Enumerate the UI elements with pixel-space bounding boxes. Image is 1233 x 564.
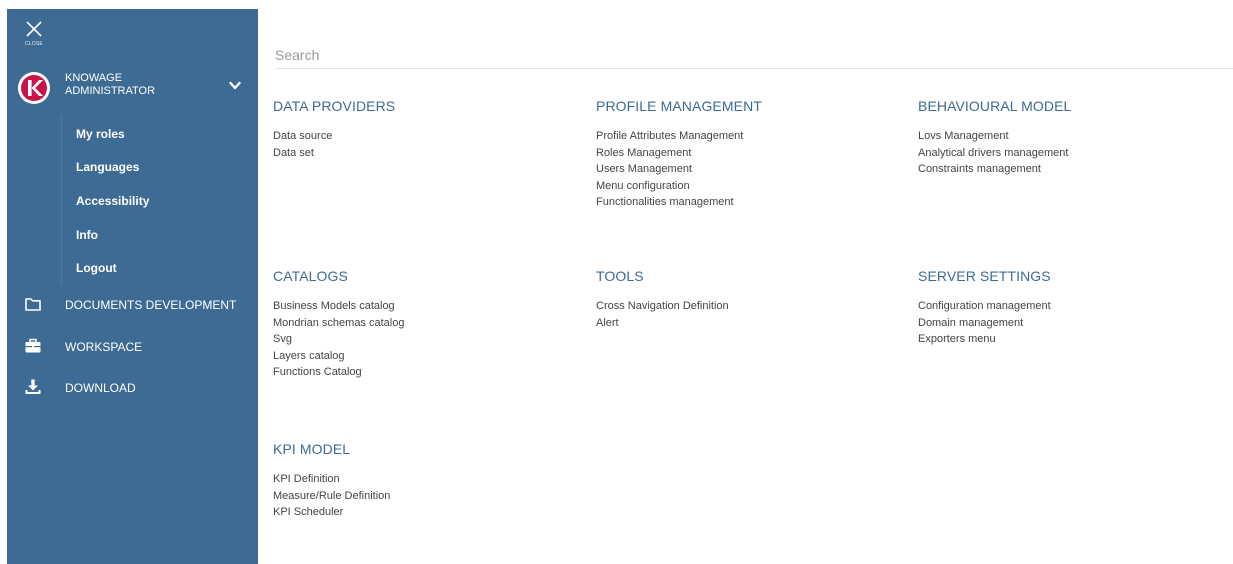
nav-label-workspace: WORKSPACE <box>65 340 143 354</box>
user-submenu: My roles Languages Accessibility Info Lo… <box>61 115 258 285</box>
menu-link-kpi-scheduler[interactable]: KPI Scheduler <box>273 504 573 521</box>
menu-link-profile-attributes-management[interactable]: Profile Attributes Management <box>596 128 896 145</box>
nav-item-documents-development[interactable]: DOCUMENTS DEVELOPMENT <box>7 293 258 317</box>
section-title: DATA PROVIDERS <box>273 98 396 114</box>
user-name-line1: KNOWAGE <box>65 72 123 84</box>
download-icon <box>25 379 41 394</box>
section-title: SERVER SETTINGS <box>918 268 1051 284</box>
section-title: PROFILE MANAGEMENT <box>596 98 762 114</box>
section-server-settings: SERVER SETTINGS Configuration management… <box>918 268 1218 348</box>
section-title: TOOLS <box>596 268 644 284</box>
folder-icon <box>25 298 41 311</box>
submenu-item-info[interactable]: Info <box>76 228 98 242</box>
menu-link-lovs-management[interactable]: Lovs Management <box>918 128 1218 145</box>
menu-link-mondrian-schemas-catalog[interactable]: Mondrian schemas catalog <box>273 315 573 332</box>
nav-item-download[interactable]: DOWNLOAD <box>7 376 258 400</box>
close-button[interactable]: CLOSE <box>21 19 47 55</box>
menu-link-measure-rule-definition[interactable]: Measure/Rule Definition <box>273 488 573 505</box>
chevron-down-icon <box>229 81 241 90</box>
user-name: KNOWAGE ADMINISTRATOR <box>65 72 205 98</box>
menu-link-business-models-catalog[interactable]: Business Models catalog <box>273 298 573 315</box>
menu-link-kpi-definition[interactable]: KPI Definition <box>273 471 573 488</box>
submenu-item-accessibility[interactable]: Accessibility <box>76 194 149 208</box>
submenu-item-languages[interactable]: Languages <box>76 160 139 174</box>
section-title: CATALOGS <box>273 268 348 284</box>
menu-link-data-set[interactable]: Data set <box>273 145 573 162</box>
menu-link-analytical-drivers-management[interactable]: Analytical drivers management <box>918 145 1218 162</box>
menu-link-layers-catalog[interactable]: Layers catalog <box>273 348 573 365</box>
menu-link-users-management[interactable]: Users Management <box>596 161 896 178</box>
section-behavioural-model: BEHAVIOURAL MODEL Lovs Management Analyt… <box>918 98 1218 178</box>
menu-link-menu-configuration[interactable]: Menu configuration <box>596 178 896 195</box>
section-title: KPI MODEL <box>273 441 351 457</box>
close-icon <box>26 21 42 37</box>
app-root: CLOSE KNOWAGE ADMINISTRATOR My roles Lan… <box>0 0 1233 564</box>
menu-link-configuration-management[interactable]: Configuration management <box>918 298 1218 315</box>
briefcase-icon <box>25 338 41 353</box>
menu-link-constraints-management[interactable]: Constraints management <box>918 161 1218 178</box>
menu-link-alert[interactable]: Alert <box>596 315 896 332</box>
menu-link-roles-management[interactable]: Roles Management <box>596 145 896 162</box>
menu-link-cross-navigation-definition[interactable]: Cross Navigation Definition <box>596 298 896 315</box>
nav-label-documents-development: DOCUMENTS DEVELOPMENT <box>65 298 237 312</box>
user-menu-toggle[interactable]: KNOWAGE ADMINISTRATOR <box>17 71 253 107</box>
section-kpi-model: KPI MODEL KPI Definition Measure/Rule De… <box>273 441 573 521</box>
section-data-providers: DATA PROVIDERS Data source Data set <box>273 98 573 161</box>
menu-link-data-source[interactable]: Data source <box>273 128 573 145</box>
knowage-logo-icon <box>18 72 50 104</box>
nav-item-workspace[interactable]: WORKSPACE <box>7 335 258 359</box>
section-catalogs: CATALOGS Business Models catalog Mondria… <box>273 268 573 381</box>
menu-link-functionalities-management[interactable]: Functionalities management <box>596 194 896 211</box>
menu-link-svg[interactable]: Svg <box>273 331 573 348</box>
section-tools: TOOLS Cross Navigation Definition Alert <box>596 268 896 331</box>
menu-link-exporters-menu[interactable]: Exporters menu <box>918 331 1218 348</box>
section-profile-management: PROFILE MANAGEMENT Profile Attributes Ma… <box>596 98 896 211</box>
nav-label-download: DOWNLOAD <box>65 381 136 395</box>
section-title: BEHAVIOURAL MODEL <box>918 98 1072 114</box>
search-bar <box>275 42 1233 69</box>
sidebar: CLOSE KNOWAGE ADMINISTRATOR My roles Lan… <box>7 9 258 564</box>
menu-link-domain-management[interactable]: Domain management <box>918 315 1218 332</box>
search-input[interactable] <box>275 42 1233 68</box>
menu-link-functions-catalog[interactable]: Functions Catalog <box>273 364 573 381</box>
close-label: CLOSE <box>25 41 43 47</box>
submenu-item-my-roles[interactable]: My roles <box>76 127 125 141</box>
user-name-line2: ADMINISTRATOR <box>65 85 156 97</box>
submenu-item-logout[interactable]: Logout <box>76 261 117 275</box>
